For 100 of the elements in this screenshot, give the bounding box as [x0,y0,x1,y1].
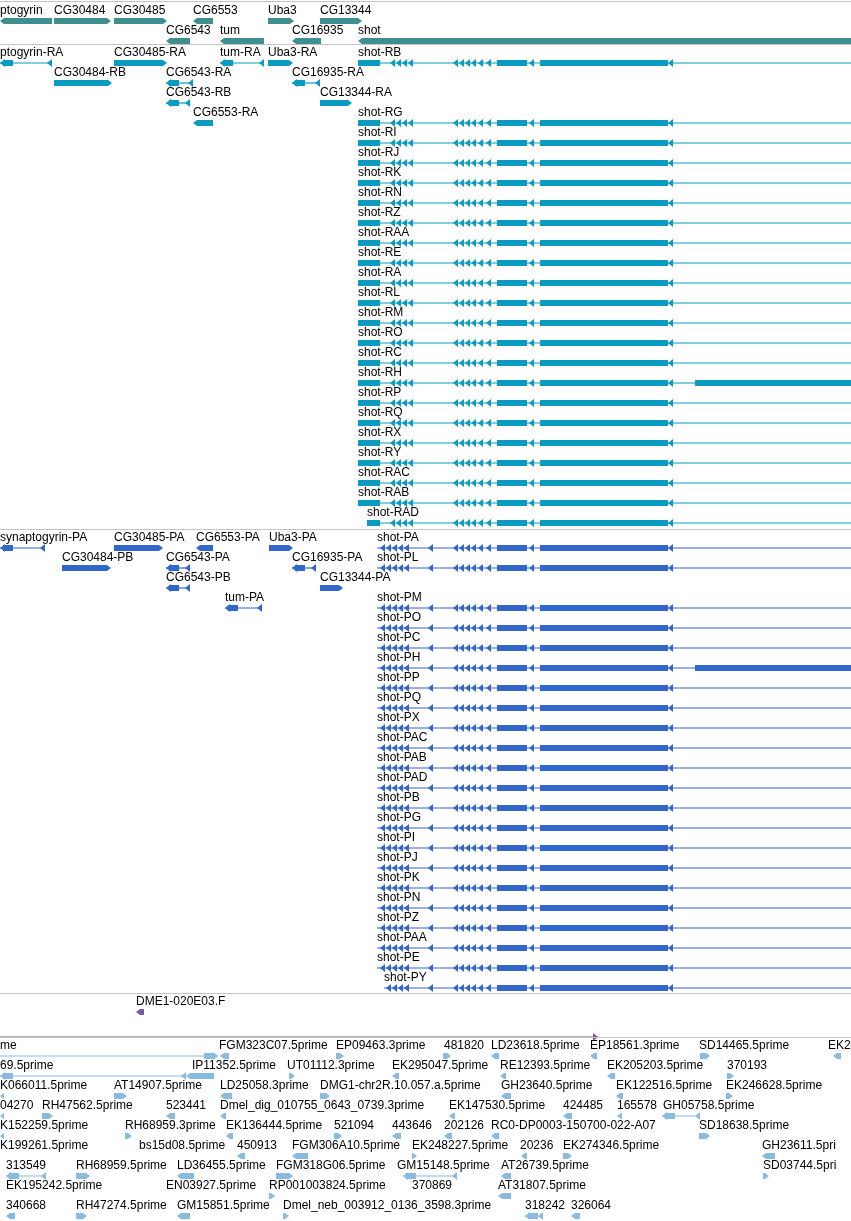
feature-glyph[interactable] [166,79,193,87]
feature-glyph[interactable] [114,59,167,67]
feature-label: shot-RAD [367,506,419,519]
feature-glyph[interactable] [54,17,111,25]
feature-glyph[interactable] [358,59,851,67]
feature-glyph[interactable] [358,199,851,207]
feature-glyph[interactable] [358,459,851,467]
feature-glyph[interactable] [0,59,52,67]
feature-glyph[interactable] [377,664,851,672]
feature-glyph[interactable] [220,59,264,67]
feature-glyph[interactable] [377,604,851,612]
feature-glyph[interactable] [320,17,362,25]
feature-glyph[interactable] [166,37,190,45]
feature-glyph[interactable] [358,219,851,227]
feature-glyph[interactable] [358,319,851,327]
feature-glyph[interactable] [136,1008,144,1016]
feature-glyph[interactable] [358,37,851,45]
feature-glyph[interactable] [377,564,851,572]
feature-glyph[interactable] [358,259,851,267]
feature-label: shot-RA [358,266,402,279]
feature-label: CG6543 [166,24,211,37]
feature-glyph[interactable] [292,79,320,87]
feature-glyph[interactable] [377,924,851,932]
feature-glyph[interactable] [220,37,264,45]
feature-label: shot-PH [377,651,421,664]
feature-glyph[interactable] [269,544,293,552]
feature-label: LD23618.5prime [491,1039,580,1052]
feature-glyph[interactable] [0,1033,598,1041]
feature-glyph[interactable] [358,479,851,487]
feature-glyph[interactable] [377,724,851,732]
feature-label: shot-PZ [377,911,419,924]
feature-glyph[interactable] [62,564,111,572]
feature-glyph[interactable] [0,544,45,552]
feature-glyph[interactable] [358,279,851,287]
feature-label: EK147530.5prime [449,1099,546,1112]
feature-glyph[interactable] [193,119,213,127]
feature-glyph[interactable] [114,17,167,25]
feature-glyph[interactable] [358,399,851,407]
feature-glyph[interactable] [377,864,851,872]
feature-glyph[interactable] [377,624,851,632]
feature-glyph[interactable] [166,584,190,592]
feature-glyph[interactable] [268,59,293,67]
feature-glyph[interactable] [358,239,851,247]
feature-glyph[interactable] [377,684,851,692]
feature-glyph[interactable] [377,964,851,972]
feature-label: EK295047.5prime [392,1059,489,1072]
feature-glyph[interactable] [358,139,851,147]
feature-glyph[interactable] [384,984,851,992]
feature-glyph[interactable] [367,519,851,527]
feature-glyph[interactable] [358,339,851,347]
feature-label: tum-RA [220,46,261,59]
feature-glyph[interactable] [358,359,851,367]
feature-glyph[interactable] [292,37,321,45]
feature-glyph[interactable] [268,17,294,25]
feature-glyph[interactable] [377,784,851,792]
feature-glyph[interactable] [358,299,851,307]
feature-glyph[interactable] [320,584,343,592]
feature-label: 521094 [334,1119,375,1132]
feature-glyph[interactable] [358,439,851,447]
feature-label: CG13344-PA [320,571,391,584]
feature-label: SD18638.5prime [699,1119,790,1132]
feature-glyph[interactable] [377,884,851,892]
feature-glyph[interactable] [358,179,851,187]
feature-glyph[interactable] [358,119,851,127]
feature-label: CG30484-RB [54,66,127,79]
feature-glyph[interactable] [377,544,851,552]
feature-glyph[interactable] [358,379,851,387]
feature-glyph[interactable] [377,824,851,832]
feature-glyph[interactable] [377,944,851,952]
feature-glyph[interactable] [377,704,851,712]
feature-glyph[interactable] [377,804,851,812]
feature-glyph[interactable] [166,564,190,572]
feature-label: Dmel_neb_003912_0136_3598.3prime [283,1199,492,1212]
feature-label: shot-PAA [377,931,427,944]
feature-label: EK205203.5prime [607,1059,704,1072]
feature-glyph[interactable] [377,764,851,772]
feature-glyph[interactable] [225,604,262,612]
feature-glyph[interactable] [166,99,190,107]
feature-glyph[interactable] [377,844,851,852]
feature-glyph[interactable] [377,644,851,652]
feature-glyph[interactable] [358,499,851,507]
feature-label: shot-PQ [377,691,421,704]
feature-glyph[interactable] [377,744,851,752]
feature-label: bs15d08.5prime [139,1139,226,1152]
feature-label: GH23640.5prime [501,1079,593,1092]
feature-glyph[interactable] [114,544,163,552]
feature-glyph[interactable] [0,17,52,25]
feature-glyph[interactable] [320,99,352,107]
feature-glyph[interactable] [193,17,213,25]
feature-glyph[interactable] [377,904,851,912]
feature-label: ptogyrin [0,4,43,17]
feature-glyph[interactable] [358,419,851,427]
feature-glyph[interactable] [358,159,851,167]
feature-label: shot-RG [358,106,403,119]
feature-glyph[interactable] [54,79,112,87]
feature-label: 481820 [444,1039,485,1052]
feature-glyph[interactable] [196,544,213,552]
feature-label: CG13344 [320,4,372,17]
feature-label: shot-PX [377,711,420,724]
feature-glyph[interactable] [292,564,316,572]
